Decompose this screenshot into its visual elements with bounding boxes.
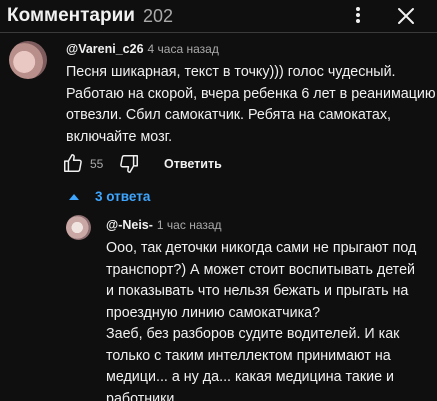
thumb-down-icon[interactable] [118,153,140,175]
reply-line: работники. [106,390,179,401]
avatar[interactable] [9,41,47,79]
reply-line: и показывать что нельзя бежать и прыгать… [106,283,409,299]
more-vert-icon[interactable] [350,4,366,26]
reply-line: транспорт?) А может стоит воспитывать де… [106,261,416,278]
comment-line: включайте мозг. [66,128,173,145]
reply-line: медици... а ну да... какая медицина таки… [106,369,395,385]
comment-line: отвезли. Сбил самокатчик. Ребята на само… [66,107,391,123]
comment-meta: @Vareni_c26 4 часа назад [66,42,219,56]
comments-header: Комментарии 202 [0,0,437,32]
reply-time[interactable]: 1 час назад [157,218,222,232]
comment-text: Песня шикарная, текст в точку))) голос ч… [66,62,436,148]
reply-line: Ооо, так деточки никогда сами не прыгают… [106,240,417,256]
reply-avatar[interactable] [66,215,91,240]
reply-author[interactable]: @-Neis- [106,218,153,232]
comment-actions: 55 Ответить [62,150,262,176]
reply-line: Заеб, без разборов судите водителей. И к… [106,326,400,342]
reply-text: Ооо, так деточки никогда сами не прыгают… [106,238,416,401]
thumb-up-icon[interactable] [62,152,84,174]
like-count: 55 [90,157,104,171]
comments-title: Комментарии [7,5,135,26]
comment-line: Работаю на скорой, вчера ребенка 6 лет в… [66,85,436,102]
reply-button[interactable]: Ответить [164,157,222,171]
reply-line: проездную линию самокатчика? [106,304,321,321]
chevron-up-icon [66,189,82,205]
comments-count: 202 [143,6,174,26]
header-divider [0,32,437,33]
comment-line: Песня шикарная, текст в точку))) голос ч… [66,64,396,80]
reply-line: только с таким интеллектом принимают на [106,347,391,364]
replies-count-label: 3 ответа [95,189,151,204]
comment-time[interactable]: 4 часа назад [148,42,219,56]
comment-author[interactable]: @Vareni_c26 [66,42,144,56]
replies-toggle-button[interactable]: 3 ответа [60,185,180,209]
close-icon[interactable] [393,3,419,29]
reply-meta: @-Neis- 1 час назад [106,218,222,232]
